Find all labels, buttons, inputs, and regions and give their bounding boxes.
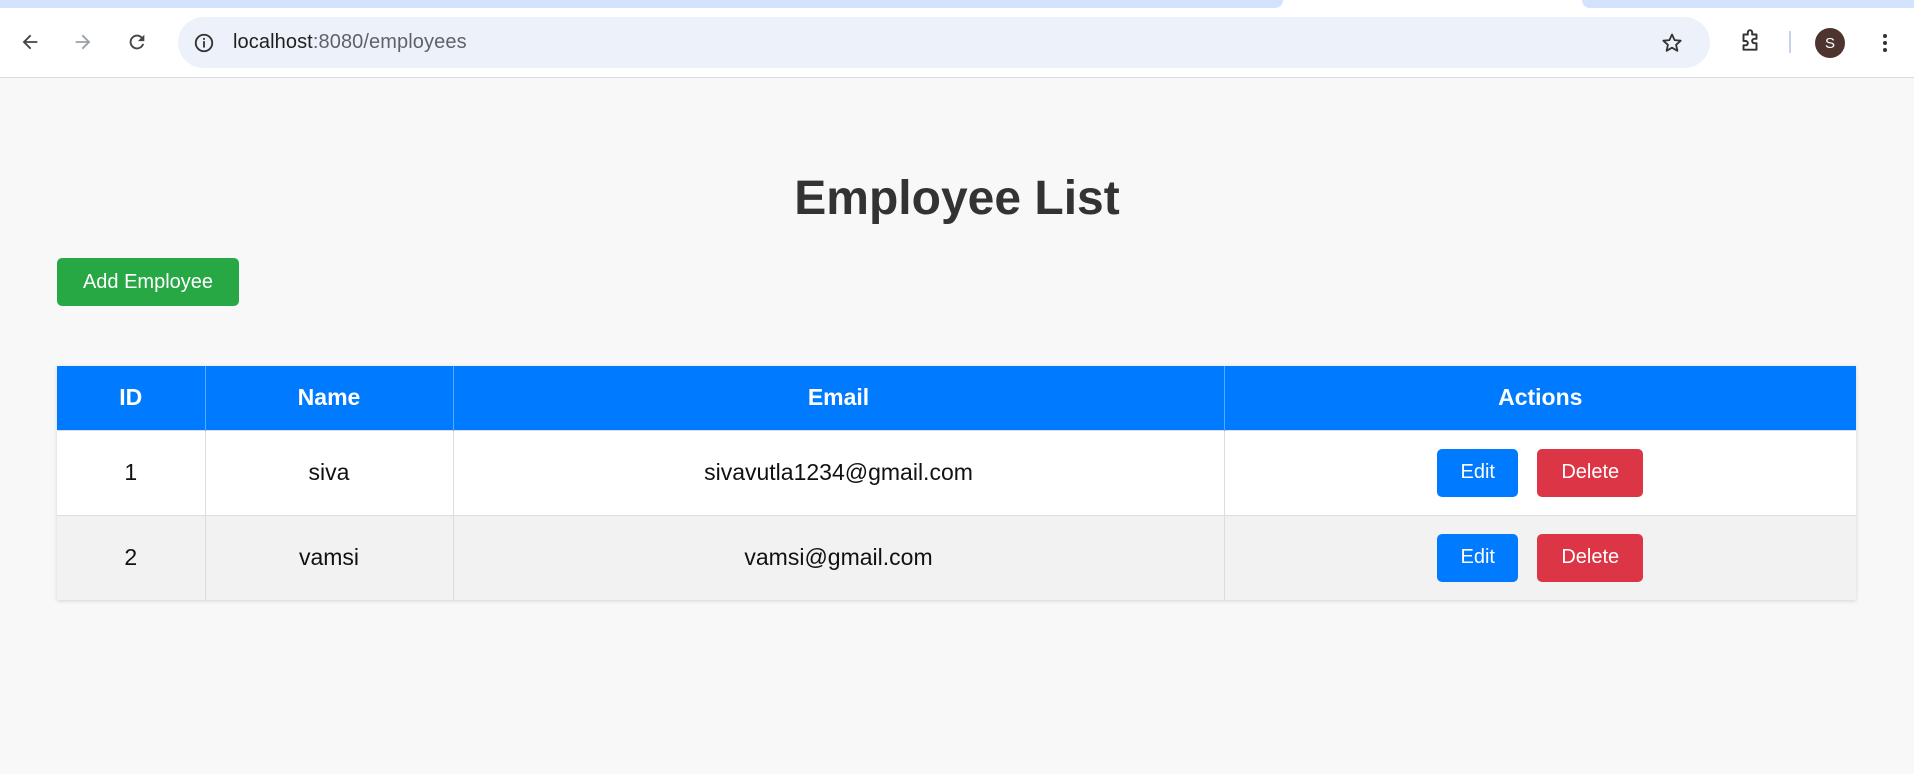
browser-toolbar: localhost:8080/employees S — [0, 0, 1914, 78]
reload-icon — [129, 34, 145, 50]
tab-inactive-right[interactable] — [1582, 0, 1914, 8]
arrow-right-icon — [75, 34, 91, 50]
address-bar[interactable]: localhost:8080/employees — [178, 17, 1710, 68]
page-content: Employee List Add Employee ID Name Email… — [0, 78, 1914, 774]
info-icon[interactable] — [190, 29, 218, 57]
cell-email: vamsi@gmail.com — [453, 514, 1225, 600]
delete-button[interactable]: Delete — [1537, 533, 1644, 582]
header-email: Email — [453, 366, 1225, 430]
header-actions: Actions — [1224, 366, 1856, 430]
table-row: 1 siva sivavutla1234@gmail.com Edit Delet… — [57, 429, 1856, 515]
header-name: Name — [205, 366, 454, 430]
url-path: :8080/employees — [312, 31, 467, 53]
star-icon[interactable] — [1658, 29, 1686, 57]
cell-actions: Edit Delete — [1224, 514, 1856, 600]
edit-button[interactable]: Edit — [1437, 533, 1519, 582]
tab-inactive-left[interactable] — [0, 0, 1283, 8]
employee-table: ID Name Email Actions 1 siva sivavutla12… — [57, 366, 1856, 600]
cell-id: 2 — [57, 514, 206, 600]
header-id: ID — [57, 366, 206, 430]
url-host: localhost — [233, 31, 313, 53]
cell-id: 1 — [57, 429, 206, 515]
forward-button[interactable] — [63, 22, 103, 62]
cell-email: sivavutla1234@gmail.com — [453, 429, 1225, 515]
toolbar-divider — [1789, 31, 1791, 53]
table-row: 2 vamsi vamsi@gmail.com Edit Delete — [57, 514, 1856, 600]
puzzle-icon[interactable] — [1733, 24, 1767, 58]
edit-button[interactable]: Edit — [1437, 448, 1519, 497]
arrow-left-icon — [22, 34, 38, 50]
profile-avatar[interactable]: S — [1815, 28, 1845, 58]
reload-button[interactable] — [117, 22, 157, 62]
cell-name: siva — [205, 429, 454, 515]
cell-actions: Edit Delete — [1224, 429, 1856, 515]
add-employee-button[interactable]: Add Employee — [57, 258, 239, 306]
tab-strip — [0, 0, 1914, 8]
cell-name: vamsi — [205, 514, 454, 600]
page-title: Employee List — [794, 172, 1120, 225]
kebab-menu-icon[interactable] — [1870, 26, 1900, 60]
table-header-row: ID Name Email Actions — [57, 366, 1856, 430]
back-button[interactable] — [10, 22, 50, 62]
delete-button[interactable]: Delete — [1537, 448, 1644, 497]
url-text[interactable]: localhost:8080/employees — [233, 31, 467, 54]
